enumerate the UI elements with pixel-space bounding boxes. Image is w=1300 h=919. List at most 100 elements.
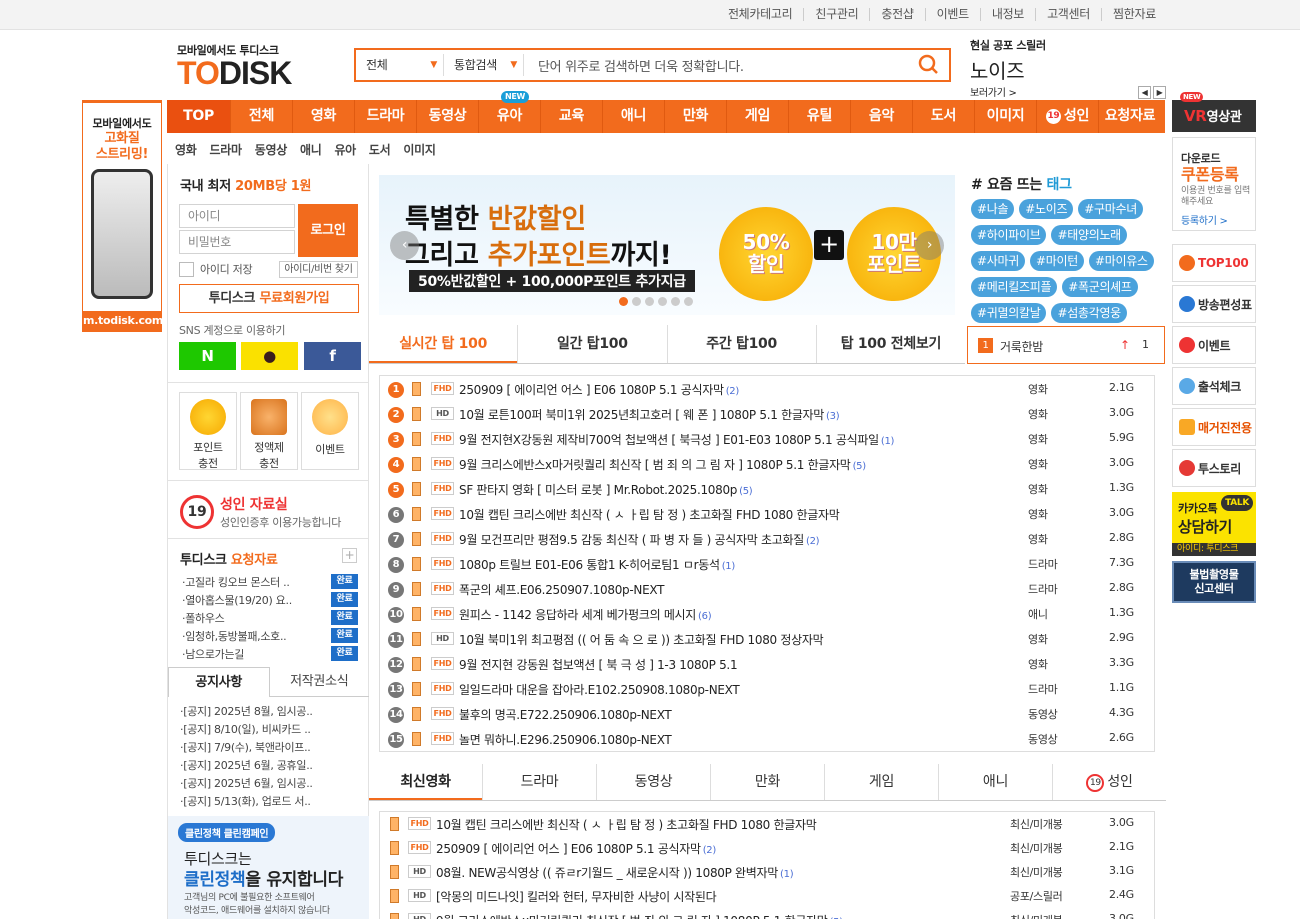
item-title[interactable]: 9월 전지현 강동원 첩보액션 [ 북 극 성 ] 1-3 1080P 5.1 [459, 656, 739, 673]
tab-all-top100[interactable]: 탑 100 전체보기 [815, 325, 965, 363]
item-title[interactable]: 불후의 명곡.E722.250906.1080p-NEXT [459, 706, 673, 723]
tab-notice[interactable]: 공지사항 [168, 667, 270, 697]
tag-item[interactable]: #폭군의셰프 [1062, 277, 1138, 297]
tab-game[interactable]: 게임 [824, 764, 938, 800]
item-title[interactable]: 폭군의 셰프.E06.250907.1080p-NEXT [459, 581, 666, 598]
side-schedule-button[interactable]: 방송편성표 [1172, 285, 1256, 323]
list-item[interactable]: HD 9월 크리스에반스x마거릿퀄리 최신작 [ 범 죄 의 그 림 자 ] 10… [380, 908, 1154, 919]
search-category-select[interactable]: 전체 ▼ [356, 54, 444, 76]
table-row[interactable]: 9 FHD 폭군의 셰프.E06.250907.1080p-NEXT 드라마 2.8G [380, 576, 1156, 601]
tag-item[interactable]: #메리킬즈피플 [971, 277, 1058, 297]
illegal-report-button[interactable]: 불법촬영물 신고센터 [1172, 561, 1256, 603]
request-item[interactable]: ·열아홉스물(19/20) 요.. 완료 [182, 592, 358, 608]
table-row[interactable]: 3 FHD 9월 전지현X강동원 제작비700억 첩보액션 [ 북극성 ] E01-… [380, 426, 1156, 451]
nav-video[interactable]: 동영상 [416, 100, 478, 133]
subnav-kids[interactable]: 유아 [334, 141, 356, 158]
list-item[interactable]: FHD 10월 캡틴 크리스에반 최신작 ( ㅅ ㅏ립 탐 정 ) 초고화질 FH… [380, 812, 1154, 836]
nav-kids[interactable]: NEW 유아 [478, 91, 540, 133]
banner-prev-button[interactable]: ‹ [390, 231, 419, 260]
item-title[interactable]: 9월 크리스에반스x마거릿퀄리 최신작 [ 범 죄 의 그 림 자 ] 1080… [436, 912, 843, 919]
nav-comic[interactable]: 만화 [664, 100, 726, 133]
item-title[interactable]: 9월 크리스에반스x마거릿퀄리 최신작 [ 범 죄 의 그 림 자 ] 1080… [459, 456, 866, 473]
nav-request[interactable]: 요청자료 [1098, 100, 1161, 133]
notice-item[interactable]: ·[공지] 2025년 6월, 임시공.. [180, 775, 313, 791]
table-row[interactable]: 13 FHD 일일드라마 대운을 잡아라.E102.250908.1080p-NEX… [380, 676, 1156, 701]
kakao-login-button[interactable]: ● [241, 342, 298, 370]
tab-daily-top100[interactable]: 일간 탑100 [517, 325, 666, 363]
request-item[interactable]: ·고질라 킹오브 몬스터 .. 완료 [182, 574, 358, 590]
notice-item[interactable]: ·[공지] 2025년 6월, 공휴일.. [180, 757, 313, 773]
item-title[interactable]: 9월 전지현X강동원 제작비700억 첩보액션 [ 북극성 ] E01-E03 … [459, 431, 894, 448]
login-button[interactable]: 로그인 [298, 204, 358, 257]
table-row[interactable]: 4 FHD 9월 크리스에반스x마거릿퀄리 최신작 [ 범 죄 의 그 림 자 ] … [380, 451, 1156, 476]
tag-item[interactable]: #섬총각영웅 [1051, 303, 1127, 323]
table-row[interactable]: 1 FHD 250909 [ 에이리언 어스 ] E06 1080P 5.1 공식자… [380, 376, 1156, 401]
table-row[interactable]: 5 FHD SF 판타지 영화 [ 미스터 로봇 ] Mr.Robot.2025.1… [380, 476, 1156, 501]
dot[interactable] [645, 297, 654, 306]
table-row[interactable]: 7 FHD 9월 모건프리만 평점9.5 감동 최신작 ( 파 병 자 들 ) 공식… [380, 526, 1156, 551]
subnav-video[interactable]: 동영상 [255, 141, 288, 158]
dot[interactable] [619, 297, 628, 306]
side-attendance-button[interactable]: 출석체크 [1172, 367, 1256, 405]
top-link-all-category[interactable]: 전체카테고리 [717, 8, 803, 21]
keep-login-checkbox[interactable]: 아이디 저장 [179, 261, 253, 277]
id-field[interactable]: 아이디 [179, 204, 295, 228]
nav-music[interactable]: 음악 [850, 100, 912, 133]
tab-weekly-top100[interactable]: 주간 탑100 [666, 325, 816, 363]
subnav-ani[interactable]: 애니 [300, 141, 322, 158]
adult-section-link[interactable]: 19 성인 자료실 성인인증후 이용가능합니다 [180, 494, 341, 530]
subnav-movie[interactable]: 영화 [175, 141, 197, 158]
promo-prev-button[interactable]: ◀ [1138, 86, 1151, 99]
item-title[interactable]: 1080p 트릴브 E01-E06 통합1 K-히어로팀1 ㅁr동석 (1) [459, 556, 735, 573]
tag-item[interactable]: #사마귀 [971, 251, 1025, 271]
side-magazine-button[interactable]: 매거진전용 [1172, 408, 1256, 446]
item-title[interactable]: 08월. NEW공식영상 (( 쥬ㄹr기월드 _ 새로운시작 )) 1080P … [436, 864, 794, 881]
search-rank-ticker[interactable]: 1 거룩한밤 ↑ 1 [967, 326, 1165, 364]
top-link-event[interactable]: 이벤트 [924, 8, 980, 21]
item-title[interactable]: 9월 모건프리만 평점9.5 감동 최신작 ( 파 병 자 들 ) 공식자막 초… [459, 531, 820, 548]
list-item[interactable]: FHD 250909 [ 에이리언 어스 ] E06 1080P 5.1 공식자막… [380, 836, 1154, 860]
promo-banner-noise[interactable]: 현실 공포 스릴러 노이즈 보러가기 > [970, 37, 1150, 99]
top-link-favorites[interactable]: 찜한자료 [1101, 8, 1167, 21]
side-event-button[interactable]: 이벤트 [1172, 326, 1256, 364]
promo-next-button[interactable]: ▶ [1153, 86, 1166, 99]
nav-adult[interactable]: 19 성인 [1036, 100, 1098, 133]
table-row[interactable]: 11 HD 10월 북미1위 최고평점 (( 어 둠 속 으 로 )) 초고화질 F… [380, 626, 1156, 651]
tab-comic[interactable]: 만화 [710, 764, 824, 800]
item-title[interactable]: 250909 [ 에이리언 어스 ] E06 1080P 5.1 공식자막 (2) [436, 840, 716, 857]
notice-item[interactable]: ·[공지] 2025년 8월, 임시공.. [180, 703, 313, 719]
nav-book[interactable]: 도서 [912, 100, 974, 133]
dot[interactable] [671, 297, 680, 306]
find-account-button[interactable]: 아이디/비번 찾기 [279, 261, 358, 278]
clean-policy-banner[interactable]: 클린정책 클린캠페인 투디스크는 클린정책을 유지합니다 고객님의 PC에 불필… [168, 816, 369, 919]
nav-ani[interactable]: 애니 [602, 100, 664, 133]
table-row[interactable]: 14 FHD 불후의 명곡.E722.250906.1080p-NEXT 동영상 4.3… [380, 701, 1156, 726]
item-title[interactable]: 일일드라마 대운을 잡아라.E102.250908.1080p-NEXT [459, 681, 741, 698]
tab-realtime-top100[interactable]: 실시간 탑 100 [369, 325, 518, 363]
request-item[interactable]: ·임청하,동방불패,소호.. 완료 [182, 628, 358, 644]
flat-charge-button[interactable]: 정액제 충전 [240, 392, 298, 470]
top-link-charge-shop[interactable]: 충전샵 [869, 8, 924, 21]
table-row[interactable]: 2 HD 10월 로튼100퍼 북미1위 2025년최고호러 [ 웨 폰 ] 108… [380, 401, 1156, 426]
list-item[interactable]: HD 08월. NEW공식영상 (( 쥬ㄹr기월드 _ 새로운시작 )) 1080… [380, 860, 1154, 884]
facebook-login-button[interactable]: f [304, 342, 361, 370]
table-row[interactable]: 6 FHD 10월 캡틴 크리스에반 최신작 ( ㅅ ㅏ립 탐 정 ) 초고화질 F… [380, 501, 1156, 526]
search-icon[interactable] [909, 50, 949, 80]
vr-video-button[interactable]: NEW VR영상관 [1172, 92, 1256, 132]
kakao-consult-button[interactable]: TALK 카카오톡 상담하기 아이디: 투디스크 [1172, 492, 1256, 556]
dot[interactable] [632, 297, 641, 306]
tag-item[interactable]: #구마수녀 [1078, 199, 1143, 219]
top-link-support[interactable]: 고객센터 [1035, 8, 1101, 21]
item-title[interactable]: 250909 [ 에이리언 어스 ] E06 1080P 5.1 공식자막 (2) [459, 381, 739, 398]
side-story-button[interactable]: 투스토리 [1172, 449, 1256, 487]
nav-drama[interactable]: 드라마 [354, 100, 416, 133]
table-row[interactable]: 15 FHD 놀면 뭐하니.E296.250906.1080p-NEXT 동영상 2.6… [380, 726, 1156, 751]
left-mobile-ad[interactable]: 모바일에서도 고화질 스트리밍! m.todisk.com [82, 100, 163, 332]
item-title[interactable]: 10월 로튼100퍼 북미1위 2025년최고호러 [ 웨 폰 ] 1080P … [459, 406, 840, 423]
tab-adult[interactable]: 19 성인 [1052, 764, 1166, 800]
nav-movie[interactable]: 영화 [292, 100, 354, 133]
item-title[interactable]: 10월 캡틴 크리스에반 최신작 ( ㅅ ㅏ립 탐 정 ) 초고화질 FHD 1… [436, 816, 819, 833]
plus-icon[interactable]: + [342, 548, 357, 563]
tag-item[interactable]: #마이유스 [1088, 251, 1154, 271]
tag-item[interactable]: #태양의노래 [1051, 225, 1127, 245]
